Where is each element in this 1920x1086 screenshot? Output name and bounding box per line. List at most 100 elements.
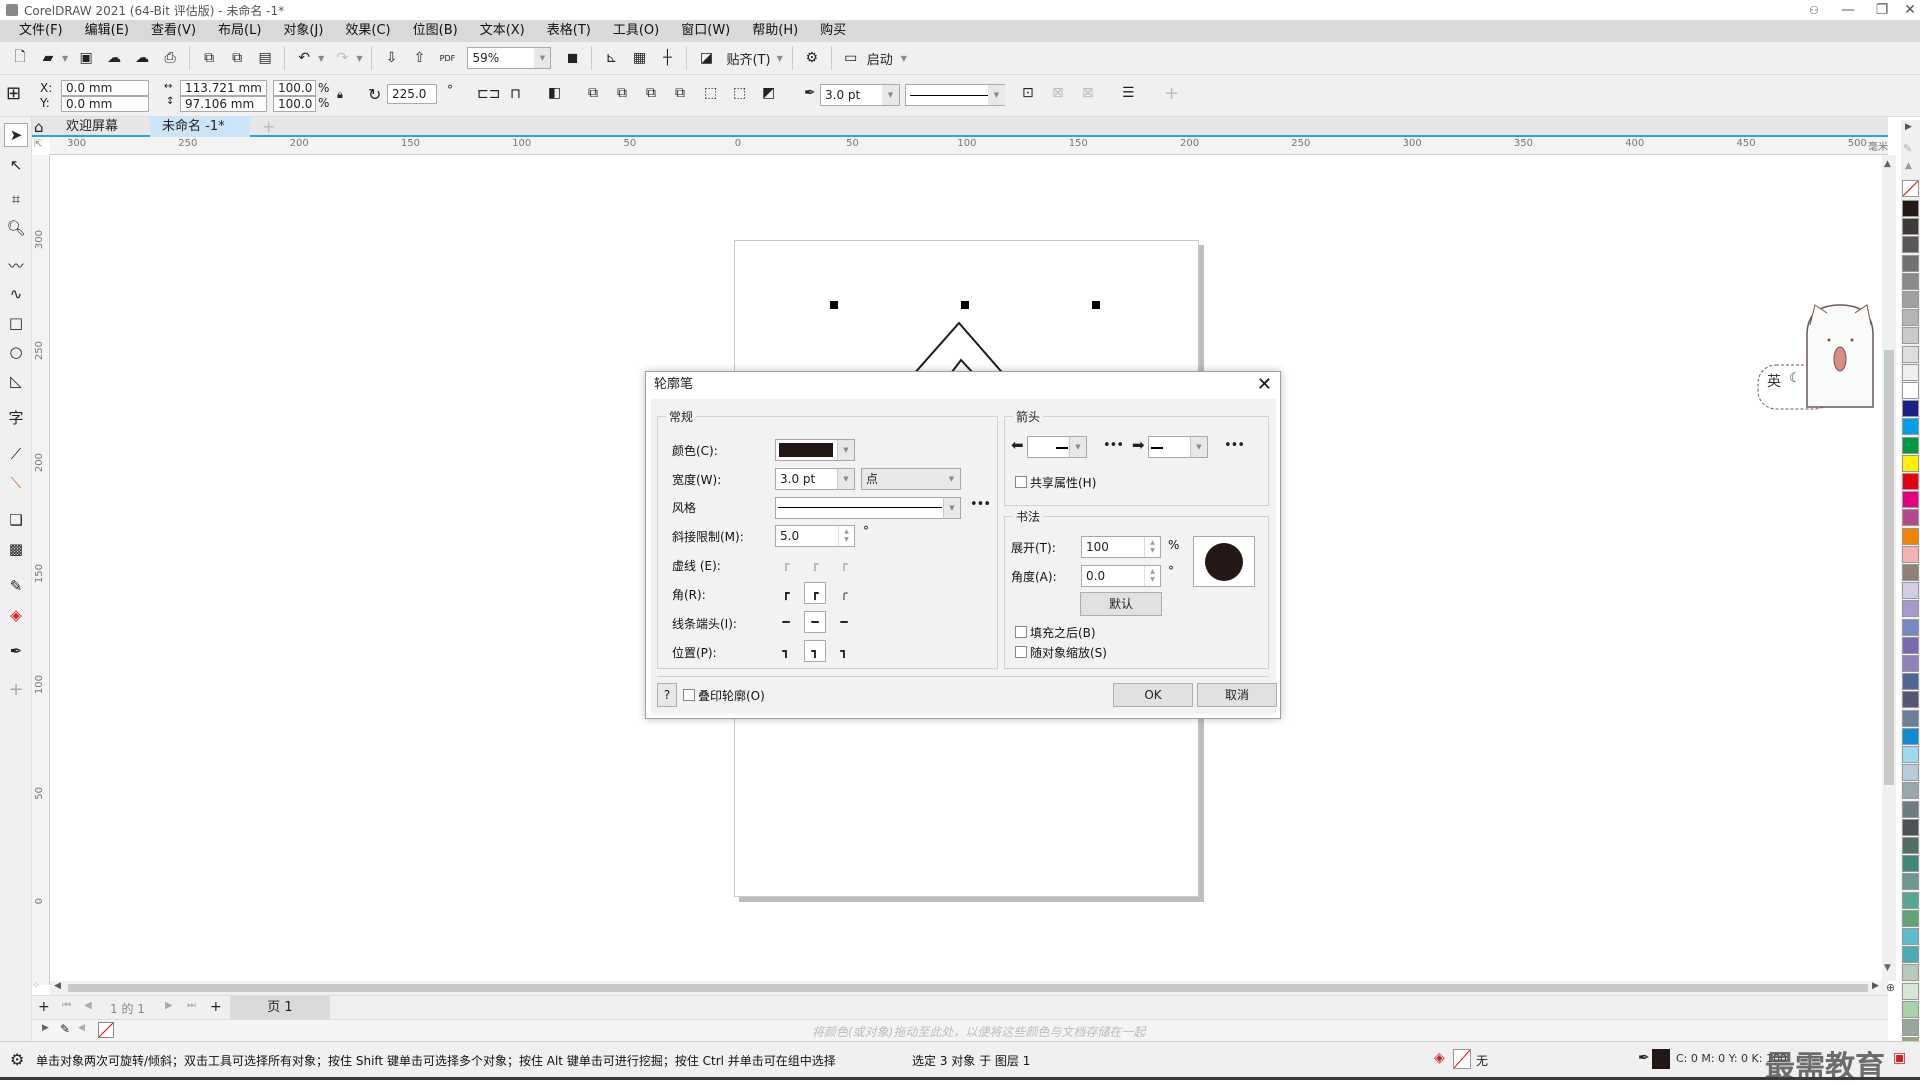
show-grid-icon[interactable]: ▦ — [628, 47, 650, 69]
ok-button[interactable]: OK — [1113, 683, 1193, 707]
ime-widget[interactable]: 英 ☾ — [1755, 295, 1885, 410]
stretch-spinner[interactable]: ▲ ▼ — [1144, 537, 1160, 557]
palette-swatch[interactable] — [1902, 800, 1919, 818]
palette-swatch[interactable] — [1902, 746, 1919, 763]
save-icon[interactable]: ▣ — [75, 47, 97, 69]
dash-default-icon[interactable]: ┏ — [775, 553, 797, 575]
palette-swatch[interactable] — [1902, 436, 1919, 454]
front-minus-back-icon[interactable]: ⬚ — [704, 85, 717, 101]
palette-scroll-up[interactable]: ▲ — [1905, 161, 1912, 171]
scroll-left-arrow[interactable]: ◀ — [54, 981, 61, 991]
menu-object[interactable]: 对象(J) — [272, 20, 334, 42]
corner-bevel-icon[interactable]: ╭ — [833, 582, 855, 604]
break-apart-icon[interactable]: ⊠ — [1052, 85, 1064, 101]
combine-icon[interactable]: ⊡ — [1022, 85, 1034, 101]
lock-ratio-icon[interactable]: 🔒︎ — [337, 88, 343, 102]
cloud-download-icon[interactable]: ☁ — [103, 47, 125, 69]
previous-page-button[interactable]: ◀ — [84, 1000, 92, 1011]
redo-dropdown-arrow[interactable]: ▼ — [356, 54, 362, 63]
fill-none-swatch[interactable] — [1453, 1049, 1471, 1069]
eyedropper-icon[interactable]: ✎ — [4, 574, 28, 598]
minimize-button[interactable]: — — [1831, 0, 1865, 20]
width-unit-dropdown-arrow[interactable]: ▼ — [943, 469, 960, 489]
snap-off-icon[interactable]: ◪ — [695, 47, 717, 69]
palette-swatch[interactable] — [1902, 218, 1919, 236]
trim-icon[interactable]: ⧉ — [617, 85, 627, 101]
outline-pen-icon[interactable]: ✒ — [804, 85, 816, 101]
palette-swatch[interactable] — [1902, 345, 1919, 363]
snap-dropdown-arrow[interactable]: ▼ — [777, 54, 783, 63]
show-guidelines-icon[interactable]: ┼ — [656, 47, 678, 69]
palette-swatch[interactable] — [1902, 782, 1919, 800]
first-page-button[interactable]: ⏮ — [62, 1000, 71, 1011]
tab-untitled-1[interactable]: 未命名 -1* — [150, 117, 250, 137]
open-dropdown-arrow[interactable]: ▼ — [62, 54, 68, 63]
outline-pen-tool-icon[interactable]: ✒ — [4, 639, 28, 663]
add-toolbar-icon[interactable]: + — [1164, 83, 1179, 104]
palette-expand-arrow[interactable]: ▶ — [1905, 122, 1912, 132]
export-icon[interactable]: ⇧ — [408, 47, 430, 69]
paste-icon[interactable]: ▤ — [254, 47, 276, 69]
add-page-after-button[interactable]: + — [210, 999, 222, 1015]
break-apart-curve-icon[interactable]: ⊠ — [1082, 85, 1094, 101]
next-page-button[interactable]: ▶ — [165, 1000, 173, 1011]
import-icon[interactable]: ⇩ — [380, 47, 402, 69]
width-unit-select[interactable]: 点 ▼ — [861, 468, 961, 490]
menu-bitmaps[interactable]: 位图(B) — [402, 20, 469, 42]
palette-swatch[interactable] — [1902, 327, 1919, 345]
palette-swatch[interactable] — [1902, 964, 1919, 982]
align-distribute-icon[interactable]: ☰ — [1122, 85, 1135, 101]
object-width-input[interactable]: 113.721 mm — [180, 80, 267, 96]
position-inside-icon[interactable]: ┓ — [833, 640, 855, 662]
doc-palette-eyedropper-icon[interactable]: ✎ — [60, 1022, 70, 1036]
style-dropdown-arrow[interactable]: ▼ — [943, 498, 960, 518]
doc-palette-expand-arrow[interactable]: ▶ — [42, 1023, 49, 1033]
position-outside-icon[interactable]: ┓ — [775, 640, 797, 662]
palette-swatch[interactable] — [1902, 982, 1919, 1000]
palette-swatch[interactable] — [1902, 564, 1919, 581]
menu-layout[interactable]: 布局(L) — [207, 20, 272, 42]
nib-shape-preview[interactable] — [1193, 536, 1255, 587]
selection-handle-top-center[interactable] — [961, 301, 969, 309]
angle-input[interactable]: 0.0 ▲ ▼ — [1081, 565, 1161, 587]
overprint-outline-checkbox[interactable] — [683, 689, 695, 701]
help-button[interactable]: ? — [657, 683, 677, 707]
palette-swatch[interactable] — [1902, 727, 1919, 745]
palette-swatch[interactable] — [1902, 891, 1919, 909]
palette-swatch[interactable] — [1902, 855, 1919, 873]
palette-swatch[interactable] — [1902, 254, 1919, 272]
palette-swatch[interactable] — [1902, 200, 1919, 217]
scale-y-input[interactable]: 100.0 — [273, 96, 316, 112]
create-boundary-icon[interactable]: ◩ — [762, 85, 775, 101]
mirror-vertical-icon[interactable]: ⊓ — [510, 86, 521, 102]
horizontal-scroll-thumb[interactable] — [68, 984, 1868, 992]
rotation-angle-input[interactable]: 225.0 — [387, 84, 437, 104]
ellipse-tool-icon[interactable]: ○ — [4, 340, 28, 364]
horizontal-ruler[interactable]: 300 250 200 150 100 50 0 50 100 150 200 250 300 350 40… — [50, 137, 1888, 155]
palette-swatch[interactable] — [1902, 418, 1919, 436]
palette-swatch[interactable] — [1902, 382, 1919, 399]
palette-swatch[interactable] — [1902, 309, 1919, 327]
palette-swatch[interactable] — [1902, 473, 1919, 490]
stretch-input[interactable]: 100 ▲ ▼ — [1081, 536, 1161, 558]
launch-dropdown-arrow[interactable]: ▼ — [901, 54, 907, 63]
color-picker[interactable]: ▼ — [775, 439, 855, 461]
cut-icon[interactable]: ⧉ — [198, 47, 220, 69]
edit-style-button[interactable]: ••• — [970, 497, 991, 512]
transparency-icon[interactable]: ▩ — [4, 537, 28, 561]
crop-tool-icon[interactable]: ⌗ — [4, 187, 28, 211]
palette-swatch[interactable] — [1902, 655, 1919, 672]
palette-swatch[interactable] — [1902, 673, 1919, 691]
full-screen-icon[interactable]: ◼ — [561, 47, 583, 69]
palette-swatch[interactable] — [1902, 527, 1919, 545]
launch-menu[interactable]: 启动 — [867, 49, 893, 68]
cap-butt-icon[interactable]: ━ — [775, 611, 797, 633]
object-height-input[interactable]: 97.106 mm — [180, 96, 267, 112]
menu-effects[interactable]: 效果(C) — [334, 20, 401, 42]
corner-miter-icon[interactable]: ┏ — [775, 582, 797, 604]
add-tool-icon[interactable]: + — [4, 677, 28, 701]
close-window-button[interactable]: ✕ — [1893, 0, 1920, 20]
start-arrow-options-button[interactable]: ••• — [1103, 438, 1124, 453]
new-document-icon[interactable]: 🗋 — [9, 47, 31, 69]
menu-file[interactable]: 文件(F) — [8, 20, 74, 42]
